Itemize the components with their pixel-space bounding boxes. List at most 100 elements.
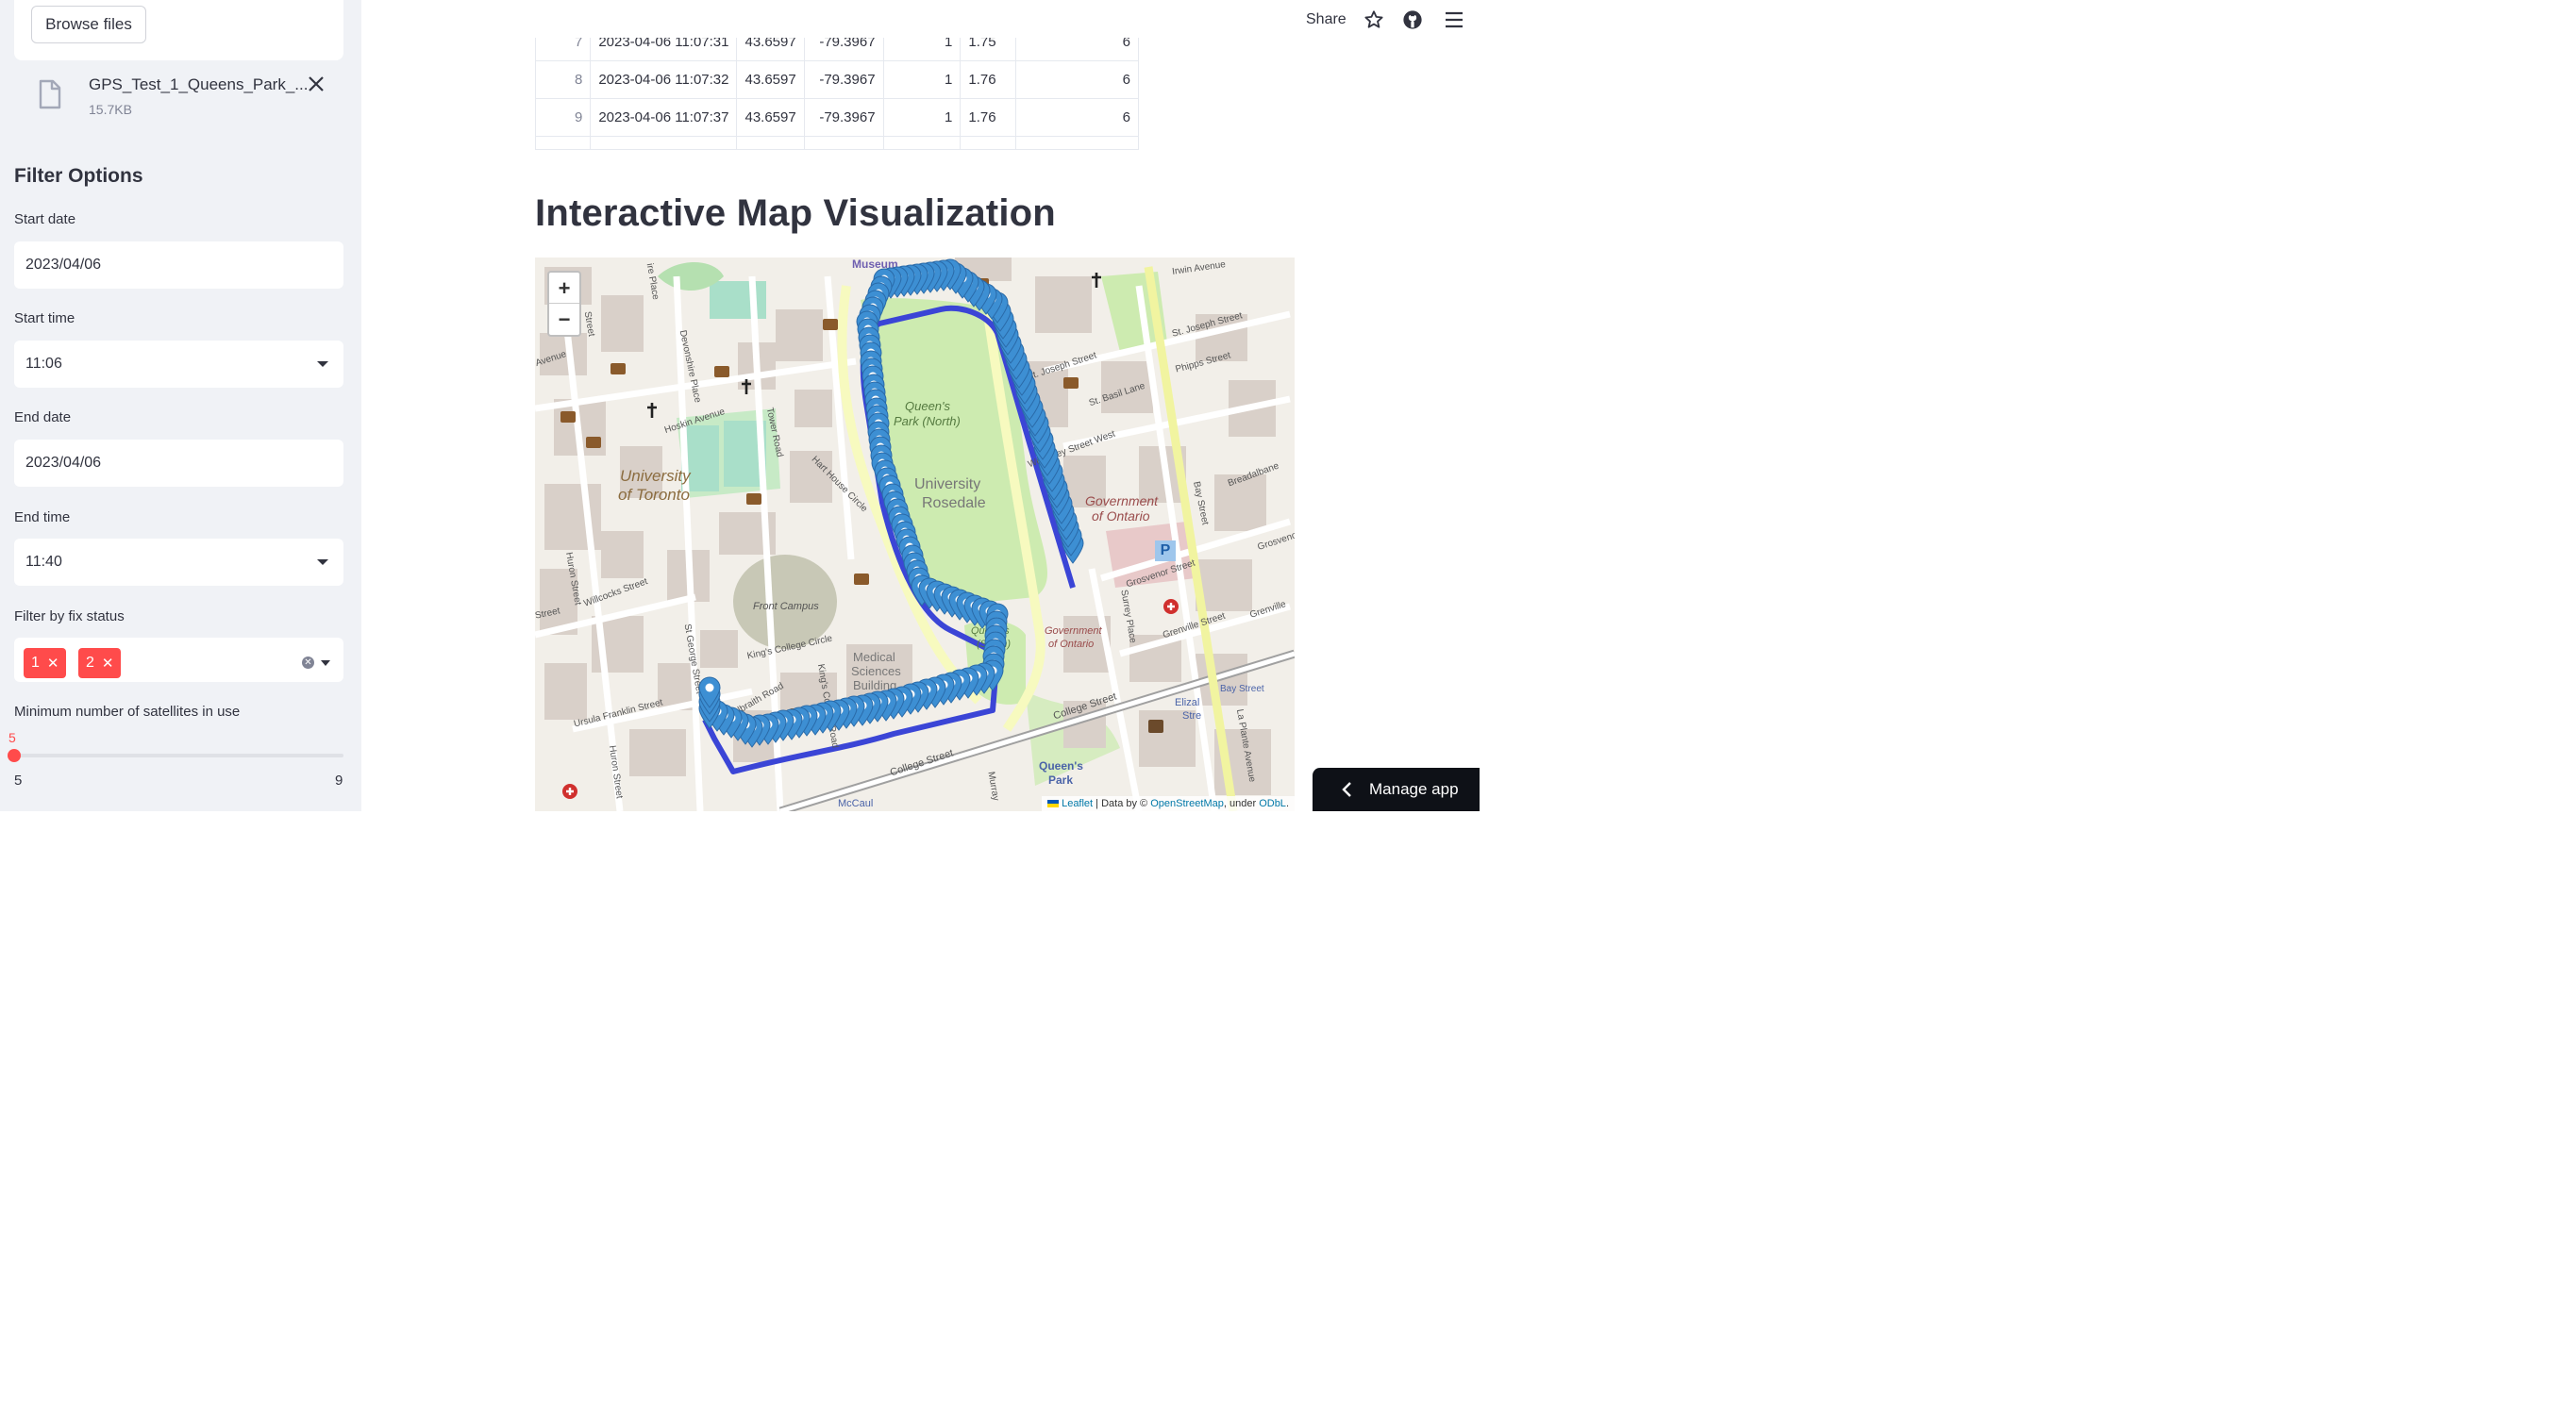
map-attribution: Leaflet | Data by © OpenStreetMap, under… xyxy=(1042,796,1295,811)
table-cell xyxy=(736,136,805,150)
church-icon xyxy=(645,402,659,424)
file-size: 15.7KB xyxy=(89,102,132,117)
leaflet-link[interactable]: Leaflet xyxy=(1062,798,1093,809)
tag-label: 2 xyxy=(86,655,94,671)
map-label: Queen's xyxy=(1039,759,1083,773)
map-label: Tower Road xyxy=(763,407,785,458)
remove-file-icon[interactable] xyxy=(306,75,326,96)
fix-status-label: Filter by fix status xyxy=(14,608,125,624)
end-time-select[interactable]: 11:40 xyxy=(14,539,343,586)
osm-link[interactable]: OpenStreetMap xyxy=(1150,798,1224,809)
table-row xyxy=(535,136,1139,150)
file-name: GPS_Test_1_Queens_Park_... xyxy=(89,75,309,93)
chevron-left-icon xyxy=(1341,781,1352,803)
clear-all-icon[interactable]: ✕ xyxy=(302,657,314,669)
library-icon xyxy=(854,574,869,585)
slider-thumb[interactable] xyxy=(8,749,21,762)
table-cell xyxy=(960,136,1017,150)
map-label: of Ontario xyxy=(1048,639,1095,650)
end-time-label: End time xyxy=(14,509,71,525)
library-icon xyxy=(823,319,838,330)
map-label: Murray xyxy=(985,771,1001,802)
map-label: University xyxy=(620,467,691,485)
start-time-select[interactable]: 11:06 xyxy=(14,341,343,388)
zoom-out-button[interactable]: − xyxy=(549,304,579,335)
table-cell xyxy=(535,136,592,150)
slider-min: 5 xyxy=(14,773,23,789)
table-cell: 1.76 xyxy=(960,60,1017,99)
table-cell: -79.3967 xyxy=(803,38,884,61)
table-cell: 43.6597 xyxy=(736,60,805,99)
table-row: 8 2023-04-06 11:07:32 43.6597 -79.3967 1 1.76… xyxy=(535,60,1139,99)
attribution-text: . xyxy=(1285,798,1289,809)
table-cell: 6 xyxy=(1015,60,1139,99)
map-label: Bay Street xyxy=(1191,480,1211,526)
map-label: Huron Street xyxy=(563,551,583,607)
library-icon xyxy=(560,411,576,423)
data-table[interactable]: 7 2023-04-06 11:07:31 43.6597 -79.3967 1 1.75… xyxy=(535,38,1139,151)
map-label: La Plante Avenue xyxy=(1233,708,1258,783)
map-label: College Street xyxy=(888,747,955,779)
map-label: Street xyxy=(581,310,597,338)
slider-track[interactable] xyxy=(14,754,343,757)
table-row: 9 2023-04-06 11:07:37 43.6597 -79.3967 1 1.76… xyxy=(535,98,1139,137)
browse-files-button[interactable]: Browse files xyxy=(31,6,146,43)
table-cell: 1.75 xyxy=(960,38,1017,61)
table-cell xyxy=(882,136,962,150)
map-label: Grosvenor xyxy=(1256,529,1295,553)
map-label: of Ontario xyxy=(1092,508,1150,524)
start-time-label: Start time xyxy=(14,310,75,326)
table-cell: 2023-04-06 11:07:31 xyxy=(590,38,738,61)
map-label: St. Joseph Street xyxy=(1026,350,1098,383)
github-icon[interactable] xyxy=(1402,9,1423,30)
fix-status-multiselect[interactable]: 1 ✕ 2 ✕ ✕ xyxy=(14,638,343,682)
map-label: Ursula Franklin Street xyxy=(573,697,664,730)
menu-icon[interactable] xyxy=(1444,9,1464,30)
library-icon xyxy=(1063,377,1079,389)
map-label: Park xyxy=(1048,773,1074,787)
end-date-label: End date xyxy=(14,409,72,425)
map-label: McCaul xyxy=(838,798,874,809)
attribution-text: , under xyxy=(1223,798,1260,809)
table-cell: 6 xyxy=(1015,98,1139,137)
remove-tag-icon[interactable]: ✕ xyxy=(47,655,59,672)
library-icon xyxy=(586,437,601,448)
file-icon xyxy=(38,79,62,114)
table-cell: 1 xyxy=(882,60,962,99)
end-date-input[interactable]: 2023/04/06 xyxy=(14,440,343,487)
map-label: Grenville xyxy=(1248,599,1288,621)
chevron-down-icon[interactable] xyxy=(321,660,330,666)
share-button[interactable]: Share xyxy=(1306,11,1347,28)
zoom-in-button[interactable]: + xyxy=(549,273,579,304)
remove-tag-icon[interactable]: ✕ xyxy=(102,655,114,672)
library-icon xyxy=(714,366,729,377)
map-label: Street xyxy=(535,606,561,622)
fix-status-tag: 1 ✕ xyxy=(24,648,67,678)
odbl-link[interactable]: ODbL xyxy=(1259,798,1286,809)
map-label: Queen's xyxy=(905,399,951,413)
chevron-down-icon xyxy=(317,361,328,367)
map-label: Avenue xyxy=(535,349,568,369)
file-uploader: Browse files xyxy=(14,0,343,60)
map-label: Surrey Place xyxy=(1118,589,1139,644)
manage-app-button[interactable]: Manage app xyxy=(1313,768,1480,811)
end-time-value: 11:40 xyxy=(25,554,62,570)
map-label: Bay Street xyxy=(1220,684,1264,694)
table-cell: 9 xyxy=(535,98,592,137)
map-label: ire Place xyxy=(644,262,661,301)
map-label: Park (North) xyxy=(894,414,961,428)
star-icon[interactable] xyxy=(1363,9,1384,30)
hospital-icon xyxy=(1163,599,1179,619)
museum-icon xyxy=(1148,720,1163,733)
start-time-value: 11:06 xyxy=(25,356,62,372)
map-label: Phipps Street xyxy=(1174,350,1232,375)
start-date-value: 2023/04/06 xyxy=(25,257,102,273)
start-date-input[interactable]: 2023/04/06 xyxy=(14,241,343,289)
map-label: Medical xyxy=(853,650,895,664)
map-marker-icon[interactable] xyxy=(698,676,721,708)
map-label: Rosedale xyxy=(922,495,986,511)
filter-options-heading: Filter Options xyxy=(14,165,143,187)
map[interactable]: Museum Irwin Avenue St. Joseph Street St… xyxy=(535,258,1295,811)
table-cell: 8 xyxy=(535,60,592,99)
parking-icon: P xyxy=(1155,540,1176,561)
